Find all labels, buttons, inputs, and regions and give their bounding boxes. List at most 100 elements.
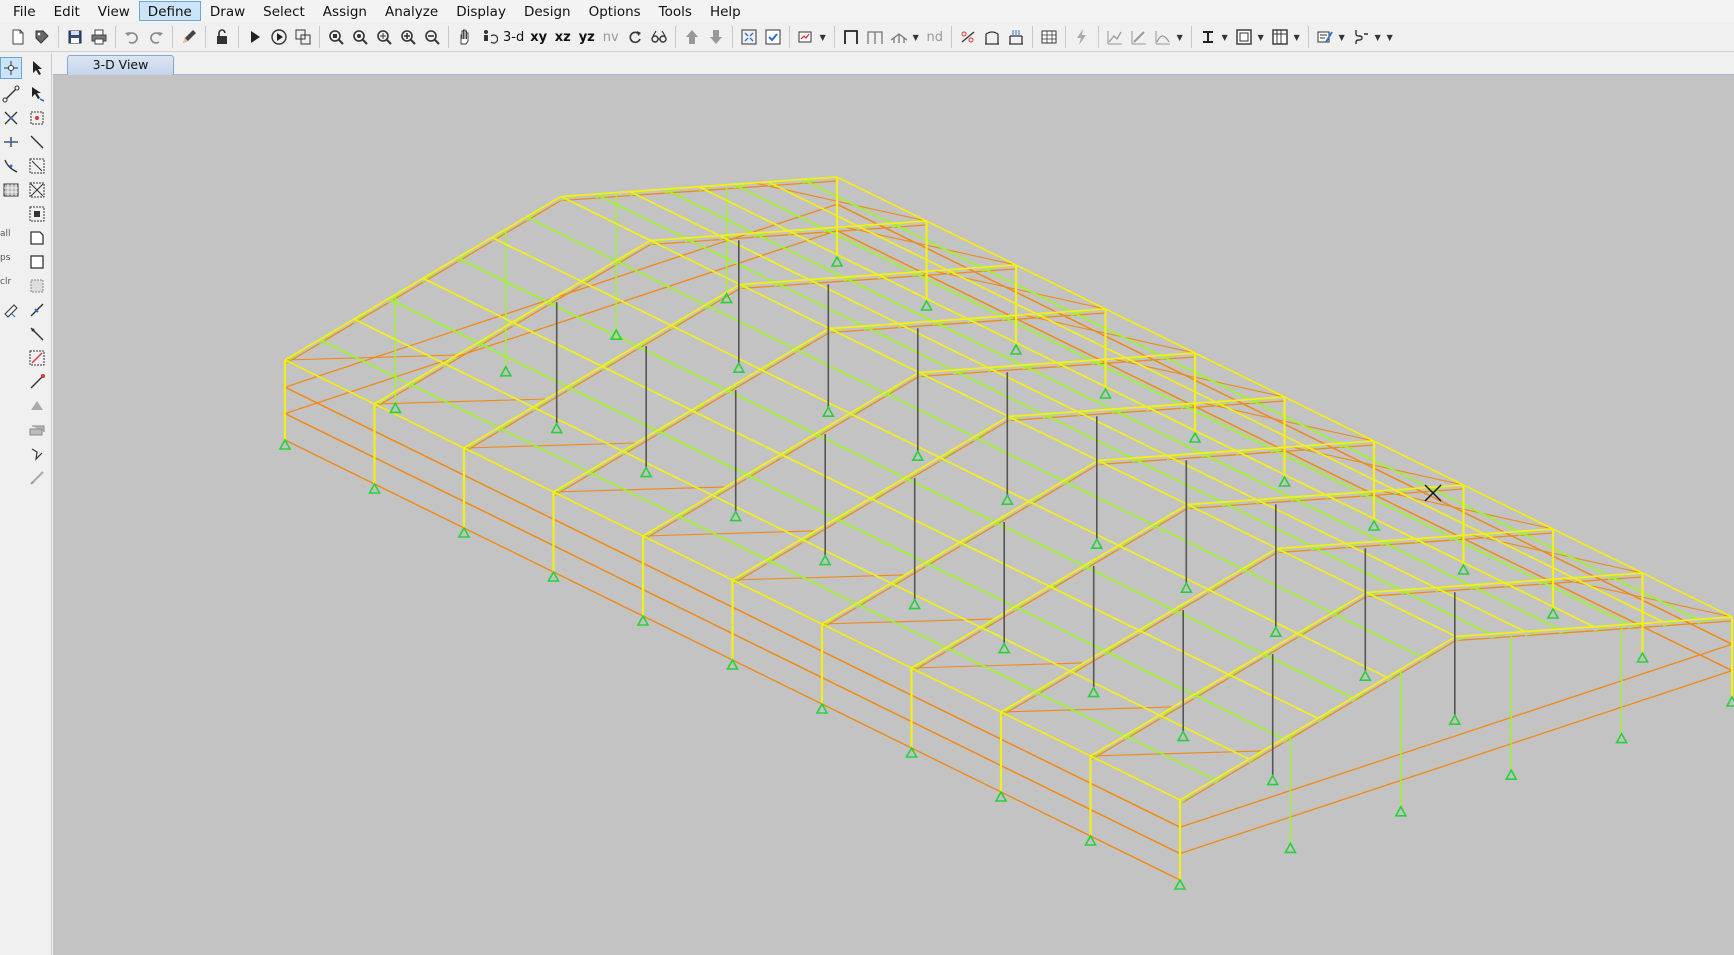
menu-help[interactable]: Help (701, 1, 750, 21)
lock-button[interactable] (210, 26, 233, 49)
object-shrink-button[interactable] (737, 26, 760, 49)
function-button[interactable] (1151, 26, 1174, 49)
select-window-button[interactable] (26, 155, 48, 177)
save-button[interactable] (63, 26, 86, 49)
rotate-3d-button[interactable] (623, 26, 646, 49)
view-yz-button[interactable]: yz (575, 26, 598, 49)
check-model-button[interactable] (761, 26, 784, 49)
select-lasso-button[interactable] (0, 299, 22, 321)
draw-cable-button[interactable] (0, 155, 22, 177)
menu-view[interactable]: View (89, 1, 139, 21)
quick-draw-braces-button[interactable] (863, 26, 886, 49)
frame-sections-dropdown[interactable]: ▼ (1292, 26, 1301, 49)
toolbar-overflow-dropdown[interactable]: ▼ (1385, 26, 1394, 49)
run-now-button[interactable] (267, 26, 290, 49)
previous-selection-label[interactable]: ps (0, 253, 10, 263)
design-check-button[interactable] (1313, 26, 1336, 49)
draw-point-button[interactable] (26, 107, 48, 129)
rubber-band-zoom-button[interactable] (291, 26, 314, 49)
graph-button[interactable] (1103, 26, 1126, 49)
menu-select[interactable]: Select (254, 1, 314, 21)
link-element-button[interactable] (1349, 26, 1372, 49)
menu-assign[interactable]: Assign (314, 1, 376, 21)
draw-tendon-button[interactable] (26, 323, 48, 345)
draw-dimension-button[interactable] (26, 371, 48, 393)
select-all-label[interactable]: all (0, 229, 11, 239)
menu-analyze[interactable]: Analyze (376, 1, 447, 21)
frame-sections-button[interactable] (1268, 26, 1291, 49)
draw-link-button[interactable] (26, 299, 48, 321)
tab-3d-view[interactable]: 3-D View (67, 55, 174, 75)
draw-brace-button[interactable] (0, 107, 22, 129)
design-check-dropdown[interactable]: ▼ (1337, 26, 1346, 49)
select-pointer-button[interactable] (26, 57, 48, 79)
truss-button[interactable] (887, 26, 910, 49)
move-down-button[interactable] (704, 26, 727, 49)
edit-button[interactable] (177, 26, 200, 49)
run-analysis-button[interactable] (243, 26, 266, 49)
menu-design[interactable]: Design (515, 1, 580, 21)
view-xy-button[interactable]: xy (527, 26, 550, 49)
menu-display[interactable]: Display (447, 1, 515, 21)
draw-area-grid-button[interactable] (0, 179, 22, 201)
move-up-button[interactable] (680, 26, 703, 49)
view-3d-button[interactable]: 3-d (501, 26, 526, 49)
show-forces-button[interactable] (956, 26, 979, 49)
view-xz-button[interactable]: xz (551, 26, 574, 49)
structural-model-3d-view[interactable] (53, 75, 1734, 955)
new-model-button[interactable] (6, 26, 29, 49)
undo-button[interactable] (120, 26, 143, 49)
reshape-button[interactable] (26, 83, 48, 105)
zoom-in-button[interactable] (396, 26, 419, 49)
link-element-dropdown[interactable]: ▼ (1373, 26, 1382, 49)
draw-frame-button[interactable] (839, 26, 862, 49)
draw-line-button[interactable] (26, 131, 48, 153)
select-by-grid-button[interactable] (26, 203, 48, 225)
clear-selection-label[interactable]: clr (0, 277, 11, 287)
draw-solid-button[interactable] (26, 395, 48, 417)
draw-section-cut-button[interactable] (26, 347, 48, 369)
truss-dropdown[interactable]: ▼ (911, 26, 920, 49)
menu-options[interactable]: Options (580, 1, 650, 21)
menu-tools[interactable]: Tools (650, 1, 701, 21)
draw-rect-area-button[interactable] (26, 251, 48, 273)
menu-edit[interactable]: Edit (45, 1, 89, 21)
zoom-out-button[interactable] (420, 26, 443, 49)
section-dropdown[interactable]: ▼ (1220, 26, 1229, 49)
model-viewport[interactable] (53, 75, 1734, 955)
menu-define[interactable]: Define (138, 1, 201, 21)
display-options-button[interactable] (794, 26, 817, 49)
deformed-shape-button[interactable] (980, 26, 1003, 49)
draw-poly-area-button[interactable] (26, 227, 48, 249)
area-sections-button[interactable] (1232, 26, 1255, 49)
node-labels-button[interactable]: nd (923, 26, 946, 49)
select-intersect-button[interactable] (26, 179, 48, 201)
perspective-toggle-button[interactable] (647, 26, 670, 49)
show-loads-button[interactable] (1004, 26, 1027, 49)
section-designer-button[interactable] (1196, 26, 1219, 49)
zoom-restore-button[interactable] (348, 26, 371, 49)
extrude-button[interactable] (26, 419, 48, 441)
redo-button[interactable] (144, 26, 167, 49)
zoom-box-button[interactable] (324, 26, 347, 49)
menu-file[interactable]: File (4, 1, 45, 21)
measure-button[interactable] (26, 467, 48, 489)
lightning-button[interactable] (1070, 26, 1093, 49)
display-options-dropdown[interactable]: ▼ (818, 26, 827, 49)
show-tables-button[interactable] (1037, 26, 1060, 49)
reference-point-button[interactable] (26, 443, 48, 465)
zoom-full-button[interactable] (372, 26, 395, 49)
area-sections-dropdown[interactable]: ▼ (1256, 26, 1265, 49)
quick-draw-area-button[interactable] (26, 275, 48, 297)
menu-draw[interactable]: Draw (201, 1, 254, 21)
view-nv-button[interactable]: nv (599, 26, 622, 49)
open-model-button[interactable] (30, 26, 53, 49)
draw-special-joint-button[interactable] (0, 57, 22, 79)
draw-frame-tool-button[interactable] (0, 83, 22, 105)
function-dropdown[interactable]: ▼ (1175, 26, 1184, 49)
rotate-view-button[interactable] (477, 26, 500, 49)
print-button[interactable] (87, 26, 110, 49)
pan-button[interactable] (453, 26, 476, 49)
edit-graph-button[interactable] (1127, 26, 1150, 49)
draw-secondary-beam-button[interactable] (0, 131, 22, 153)
